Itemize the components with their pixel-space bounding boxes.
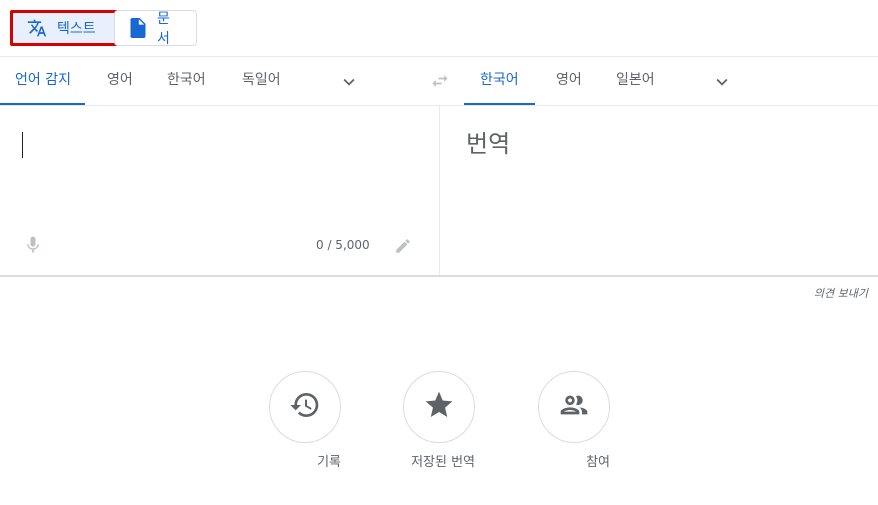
document-mode-label: 문서 <box>157 11 170 47</box>
pencil-icon[interactable] <box>394 237 412 259</box>
history-icon <box>289 389 321 425</box>
star-icon <box>423 389 455 425</box>
target-lang-tab-english[interactable]: 영어 <box>556 57 582 105</box>
target-lang-tab-korean[interactable]: 한국어 <box>464 57 535 105</box>
text-mode-label: 텍스트 <box>57 21 96 37</box>
send-feedback-link[interactable]: 의견 보내기 <box>814 285 868 301</box>
document-mode-button[interactable]: 문서 <box>114 10 197 47</box>
translation-output-area: 번역 <box>441 106 878 276</box>
saved-translations-button[interactable]: 저장된 번역 <box>403 371 475 470</box>
text-cursor <box>22 132 23 158</box>
swap-languages-icon[interactable] <box>430 71 450 95</box>
character-count: 0 / 5,000 <box>316 238 370 252</box>
mode-bar: 텍스트 문서 <box>0 0 878 57</box>
saved-translations-label: 저장된 번역 <box>411 455 475 470</box>
translation-placeholder: 번역 <box>466 130 511 158</box>
source-lang-tab-korean[interactable]: 한국어 <box>167 57 206 105</box>
document-icon <box>129 18 147 38</box>
contribute-button[interactable]: 참여 <box>538 371 610 470</box>
contribute-label: 참여 <box>586 455 610 470</box>
target-lang-tab-japanese[interactable]: 일본어 <box>616 57 655 105</box>
target-lang-more-chevron-down-icon[interactable] <box>711 71 733 97</box>
source-lang-tab-english[interactable]: 영어 <box>107 57 133 105</box>
history-button[interactable]: 기록 <box>269 371 341 470</box>
source-lang-more-chevron-down-icon[interactable] <box>338 71 360 97</box>
language-bar: 언어 감지 영어 한국어 독일어 한국어 영어 일본어 <box>0 57 878 106</box>
microphone-icon[interactable] <box>23 234 43 260</box>
source-lang-tab-german[interactable]: 독일어 <box>242 57 281 105</box>
people-icon <box>558 389 590 425</box>
source-lang-detect-tab[interactable]: 언어 감지 <box>0 57 85 105</box>
history-label: 기록 <box>317 455 341 470</box>
panes-divider <box>0 275 878 277</box>
translate-icon <box>27 18 47 38</box>
source-text-area[interactable]: 0 / 5,000 <box>0 106 440 276</box>
